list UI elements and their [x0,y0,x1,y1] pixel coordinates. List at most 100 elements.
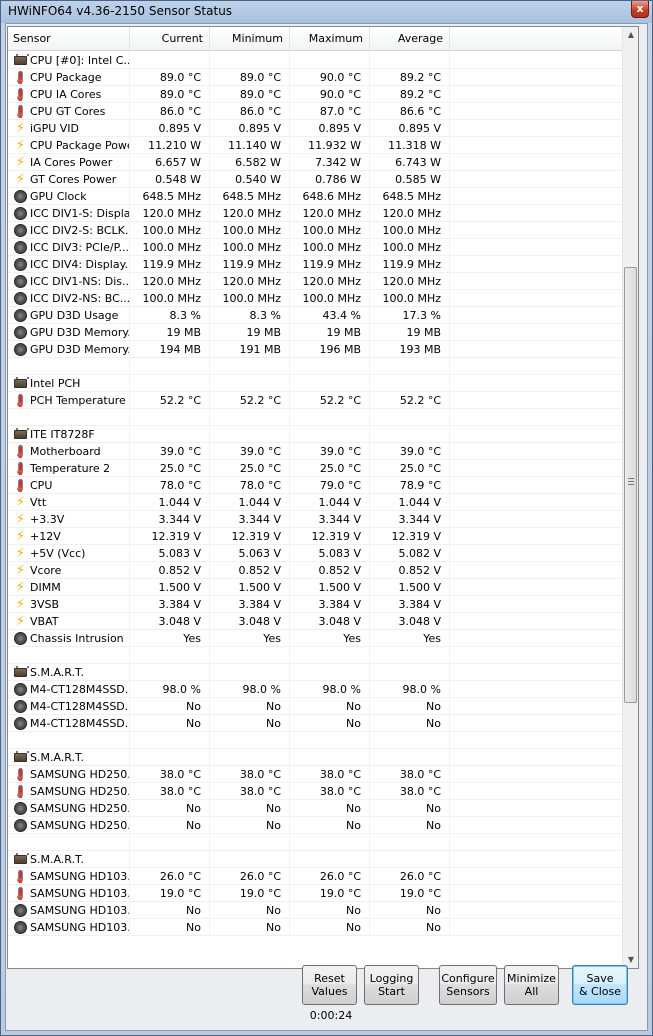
save-close-button[interactable]: Save & Close [572,965,628,1005]
spacer-row[interactable] [8,409,623,426]
table-row[interactable]: CPU [#0]: Intel C... [8,52,623,69]
table-row[interactable]: SAMSUNG HD103... No No No No [8,919,623,936]
average-value: 38.0 °C [370,783,450,800]
table-row[interactable]: SAMSUNG HD103... No No No No [8,902,623,919]
spacer-row[interactable] [8,834,623,851]
configure-label-1: Configure [441,972,495,985]
table-row[interactable]: M4-CT128M4SSD... No No No No [8,698,623,715]
table-row[interactable]: CPU Package 89.0 °C 89.0 °C 90.0 °C 89.2 °C [8,69,623,86]
empty-cell [450,511,623,528]
table-row[interactable]: CPU 78.0 °C 78.0 °C 79.0 °C 78.9 °C [8,477,623,494]
column-header-average[interactable]: Average [370,27,450,51]
maximum-value [290,834,370,851]
sensor-label: S.M.A.R.T. [30,751,84,764]
column-header-maximum[interactable]: Maximum [290,27,370,51]
average-value: No [370,715,450,732]
table-row[interactable]: ⚡ GT Cores Power 0.548 W 0.540 W 0.786 W 0.58… [8,171,623,188]
table-row[interactable]: GPU D3D Memory... 194 MB 191 MB 196 MB 193 M… [8,341,623,358]
table-row[interactable]: SAMSUNG HD250... No No No No [8,800,623,817]
table-row[interactable]: ICC DIV1-S: Display 120.0 MHz 120.0 MHz 120… [8,205,623,222]
table-row[interactable]: M4-CT128M4SSD... No No No No [8,715,623,732]
table-row[interactable]: ⚡ 3VSB 3.384 V 3.384 V 3.384 V 3.384 V [8,596,623,613]
minimum-value: 98.0 % [210,681,290,698]
table-row[interactable]: ⚡ +3.3V 3.344 V 3.344 V 3.344 V 3.344 V [8,511,623,528]
spacer-row[interactable] [8,647,623,664]
maximum-value: 19.0 °C [290,885,370,902]
table-row[interactable]: SAMSUNG HD103... 26.0 °C 26.0 °C 26.0 °C 26.… [8,868,623,885]
table-row[interactable]: GPU D3D Usage 8.3 % 8.3 % 43.4 % 17.3 % [8,307,623,324]
table-row[interactable]: ⚡ CPU Package Power 11.210 W 11.140 W 11.932… [8,137,623,154]
scrollbar-thumb[interactable] [624,267,637,703]
table-row[interactable]: Chassis Intrusion Yes Yes Yes Yes [8,630,623,647]
table-row[interactable]: ⚡ Vcore 0.852 V 0.852 V 0.852 V 0.852 V [8,562,623,579]
table-row[interactable]: ⚡ +5V (Vcc) 5.083 V 5.063 V 5.083 V 5.082 V [8,545,623,562]
table-row[interactable]: SAMSUNG HD250... No No No No [8,817,623,834]
column-header-minimum[interactable]: Minimum [210,27,290,51]
sensor-label: PCH Temperature [30,394,126,407]
table-row[interactable]: ITE IT8728F [8,426,623,443]
table-row[interactable]: SAMSUNG HD103... 19.0 °C 19.0 °C 19.0 °C 19.… [8,885,623,902]
vertical-scrollbar[interactable]: ▲ ▼ [622,27,638,968]
sensor-name: ICC DIV1-NS: Dis... [8,273,130,290]
gauge-icon [14,632,27,645]
table-row[interactable]: ICC DIV3: PCIe/P... 100.0 MHz 100.0 MHz 100… [8,239,623,256]
sensor-label: SAMSUNG HD103... [30,904,130,917]
table-row[interactable]: S.M.A.R.T. [8,664,623,681]
minimize-all-button[interactable]: Minimize All [504,965,559,1005]
table-row[interactable]: ⚡ IA Cores Power 6.657 W 6.582 W 7.342 W 6.74… [8,154,623,171]
table-row[interactable]: ⚡ Vtt 1.044 V 1.044 V 1.044 V 1.044 V [8,494,623,511]
current-value: No [130,902,210,919]
table-row[interactable]: Temperature 2 25.0 °C 25.0 °C 25.0 °C 25.0 °… [8,460,623,477]
maximum-value: 87.0 °C [290,103,370,120]
table-row[interactable]: ⚡ iGPU VID 0.895 V 0.895 V 0.895 V 0.895 V [8,120,623,137]
table-row[interactable]: GPU D3D Memory... 19 MB 19 MB 19 MB 19 MB [8,324,623,341]
column-header-sensor[interactable]: Sensor [8,27,130,51]
table-row[interactable]: CPU IA Cores 89.0 °C 89.0 °C 90.0 °C 89.2 °C [8,86,623,103]
scroll-up-arrow-icon[interactable]: ▲ [623,27,638,43]
sensor-name: ITE IT8728F [8,426,130,443]
reset-values-button[interactable]: Reset Values [302,965,357,1005]
table-row[interactable]: ⚡ +12V 12.319 V 12.319 V 12.319 V 12.319 V [8,528,623,545]
table-row[interactable]: ICC DIV4: Display... 119.9 MHz 119.9 MHz 11… [8,256,623,273]
sensor-label: SAMSUNG HD250... [30,802,130,815]
minimum-value [210,851,290,868]
spacer-row[interactable] [8,732,623,749]
table-row[interactable]: SAMSUNG HD250... 38.0 °C 38.0 °C 38.0 °C 38.… [8,783,623,800]
table-row[interactable]: ICC DIV2-NS: BC... 100.0 MHz 100.0 MHz 100.… [8,290,623,307]
minimum-value: 648.5 MHz [210,188,290,205]
minimum-value: 0.895 V [210,120,290,137]
current-value: 100.0 MHz [130,290,210,307]
table-row[interactable]: PCH Temperature 52.2 °C 52.2 °C 52.2 °C 52.2… [8,392,623,409]
average-value: 25.0 °C [370,460,450,477]
sensor-name: S.M.A.R.T. [8,664,130,681]
table-row[interactable]: CPU GT Cores 86.0 °C 86.0 °C 87.0 °C 86.6 °C [8,103,623,120]
table-row[interactable]: ICC DIV1-NS: Dis... 120.0 MHz 120.0 MHz 120… [8,273,623,290]
chip-icon [14,377,29,388]
table-row[interactable]: ⚡ DIMM 1.500 V 1.500 V 1.500 V 1.500 V [8,579,623,596]
table-row[interactable]: M4-CT128M4SSD... 98.0 % 98.0 % 98.0 % 98.0 % [8,681,623,698]
spacer-row[interactable] [8,358,623,375]
close-button[interactable]: x [631,1,649,18]
minimum-value: 120.0 MHz [210,273,290,290]
sensor-name: SAMSUNG HD250... [8,817,130,834]
table-row[interactable]: SAMSUNG HD250... 38.0 °C 38.0 °C 38.0 °C 38.… [8,766,623,783]
gauge-icon [14,309,27,322]
table-row[interactable]: Motherboard 39.0 °C 39.0 °C 39.0 °C 39.0 °C [8,443,623,460]
average-value: 648.5 MHz [370,188,450,205]
sensor-list[interactable]: Sensor Current Minimum Maximum Average C… [7,26,639,969]
table-row[interactable]: GPU Clock 648.5 MHz 648.5 MHz 648.6 MHz 648.… [8,188,623,205]
title-bar[interactable]: HWiNFO64 v4.36-2150 Sensor Status x [1,1,652,23]
table-row[interactable]: ⚡ VBAT 3.048 V 3.048 V 3.048 V 3.048 V [8,613,623,630]
sensor-label: SAMSUNG HD103... [30,887,130,900]
table-row[interactable]: S.M.A.R.T. [8,851,623,868]
current-value: Yes [130,630,210,647]
minimum-value: 100.0 MHz [210,222,290,239]
table-row[interactable]: ICC DIV2-S: BCLK... 100.0 MHz 100.0 MHz 100… [8,222,623,239]
empty-cell [450,477,623,494]
maximum-value [290,426,370,443]
column-header-current[interactable]: Current [130,27,210,51]
configure-sensors-button[interactable]: Configure Sensors [439,965,497,1005]
logging-start-button[interactable]: Logging Start [364,965,419,1005]
table-row[interactable]: S.M.A.R.T. [8,749,623,766]
table-row[interactable]: Intel PCH [8,375,623,392]
